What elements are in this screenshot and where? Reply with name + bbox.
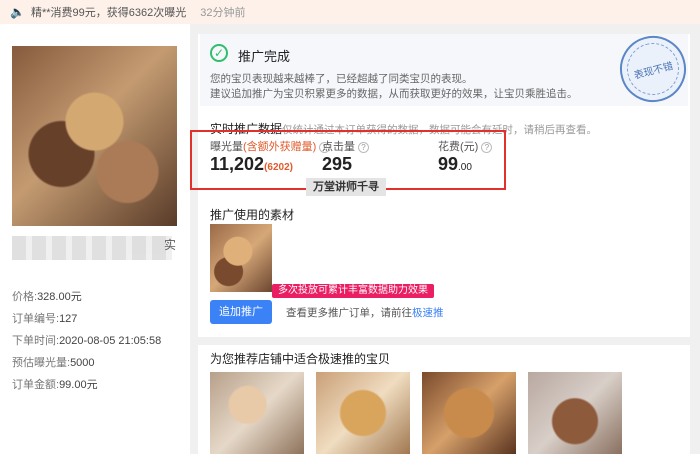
material-image xyxy=(210,224,272,292)
done-title: 推广完成 xyxy=(238,49,291,64)
tip-badge: 多次投放可累计丰富数据助力效果 xyxy=(272,284,434,298)
cost-value: 99.00 xyxy=(438,154,472,174)
section-divider xyxy=(198,337,690,345)
notification-time: 32分钟前 xyxy=(200,7,246,19)
product-title-tail: 实 xyxy=(163,238,176,252)
recommend-item[interactable] xyxy=(422,372,516,454)
info-order-time: 下单时间:2020-08-05 21:05:58 xyxy=(12,335,162,347)
cost-label: 花费(元)? xyxy=(438,138,493,154)
speaker-icon: 🔈 xyxy=(10,5,25,19)
main-panel: ✓ 推广完成 您的宝贝表现越来越棒了，已经超越了同类宝贝的表现。 建议追加推广为… xyxy=(190,28,694,454)
recommend-item[interactable] xyxy=(210,372,304,454)
check-circle-icon: ✓ xyxy=(210,44,228,62)
order-info: 价格:328.00元 订单编号:127 下单时间:2020-08-05 21:0… xyxy=(12,286,161,396)
info-price: 价格:328.00元 xyxy=(12,291,82,303)
add-promotion-button[interactable]: 追加推广 xyxy=(210,300,272,324)
performance-stamp: 表现不错 xyxy=(612,28,694,110)
product-image xyxy=(12,46,177,226)
more-orders-text: 查看更多推广订单，请前往极速推 xyxy=(286,307,444,319)
info-order-no: 订单编号:127 xyxy=(12,313,78,325)
recommend-item[interactable] xyxy=(316,372,410,454)
info-est-exposure: 预估曝光量:5000 xyxy=(12,357,95,369)
click-value: 295 xyxy=(322,154,353,174)
jisu-link[interactable]: 极速推 xyxy=(412,307,444,319)
material-title: 推广使用的素材 xyxy=(210,208,295,222)
done-desc: 您的宝贝表现越来越棒了，已经超越了同类宝贝的表现。 建议追加推广为宝贝积累更多的… xyxy=(210,73,578,100)
recommend-item[interactable] xyxy=(528,372,622,454)
recommend-title: 为您推荐店铺中适合极速推的宝贝 xyxy=(210,352,391,366)
help-icon[interactable]: ? xyxy=(481,141,493,153)
promotion-done-box: ✓ 推广完成 您的宝贝表现越来越棒了，已经超越了同类宝贝的表现。 建议追加推广为… xyxy=(200,28,694,110)
help-icon[interactable]: ? xyxy=(358,141,369,153)
exposure-label: 曝光量(含额外获赠量)? xyxy=(210,138,331,154)
watermark-label: 万堂讲师千寻 xyxy=(306,178,386,196)
notification-text: 精**消费99元，获得6362次曝光 xyxy=(30,7,187,19)
product-panel: 实 价格:328.00元 订单编号:127 下单时间:2020-08-05 21… xyxy=(0,24,190,454)
info-order-amount: 订单金额:99.00元 xyxy=(12,379,98,391)
notification-bar: 🔈 精**消费99元，获得6362次曝光 32分钟前 xyxy=(0,0,700,24)
click-label: 点击量? xyxy=(322,138,369,154)
product-title-blurred: 实 xyxy=(12,236,176,260)
exposure-value: 11,202(6202) xyxy=(210,154,293,174)
